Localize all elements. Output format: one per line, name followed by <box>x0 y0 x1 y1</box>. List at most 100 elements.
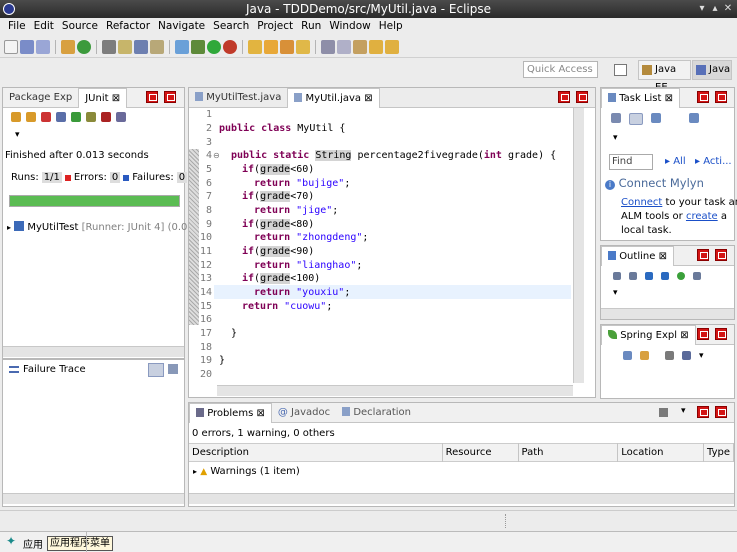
scroll-lock-icon[interactable] <box>56 112 66 122</box>
create-link[interactable]: create <box>686 211 718 222</box>
menu-window[interactable]: Window <box>325 18 374 35</box>
perspective-javaee[interactable]: Java EE <box>638 60 691 93</box>
sort-icon[interactable] <box>613 272 621 280</box>
link-icon[interactable] <box>640 351 649 360</box>
column-path[interactable]: Path <box>518 443 619 462</box>
warnings-row[interactable]: ▸ ▲ Warnings (1 item) <box>193 466 300 477</box>
fold-icon[interactable]: ⊖ <box>213 151 220 160</box>
toggle-mark-icon[interactable] <box>102 39 116 54</box>
annotation-icon[interactable] <box>337 39 351 54</box>
build-icon[interactable] <box>61 39 75 54</box>
close-icon[interactable]: ✕ <box>721 2 735 16</box>
tab-myutiltest[interactable]: MyUtilTest.java <box>189 88 287 107</box>
open-file-icon[interactable] <box>264 39 278 54</box>
debug-icon[interactable] <box>191 39 205 54</box>
outline-hscrollbar[interactable] <box>601 308 734 319</box>
column-location[interactable]: Location <box>617 443 705 462</box>
collapse-icon[interactable] <box>651 113 661 123</box>
task-filter-active[interactable]: ▸ Acti... <box>695 156 732 167</box>
back-icon[interactable] <box>369 39 383 54</box>
tab-outline[interactable]: Outline ⊠ <box>601 245 674 266</box>
stop-icon[interactable] <box>101 112 111 122</box>
app-menu-icon[interactable]: ✦ <box>6 535 18 548</box>
menu-source[interactable]: Source <box>58 18 102 35</box>
task-filter-all[interactable]: ▸ All <box>665 156 686 167</box>
open-folder-icon[interactable] <box>248 39 262 54</box>
maximize-view-button[interactable] <box>164 91 176 103</box>
minimize-icon[interactable]: ▾ <box>695 2 709 16</box>
view-menu-icon[interactable]: ▾ <box>15 130 20 140</box>
editor-hscrollbar[interactable] <box>217 385 573 396</box>
tab-junit[interactable]: JUnit ⊠ <box>78 87 128 108</box>
link-editor-icon[interactable] <box>693 272 701 280</box>
quick-access-input[interactable]: Quick Access <box>523 61 598 78</box>
junit-tree-hscrollbar[interactable] <box>3 346 184 357</box>
next-failure-icon[interactable] <box>11 112 21 122</box>
close-tab-icon[interactable]: ⊠ <box>680 330 688 341</box>
menu-edit[interactable]: Edit <box>30 18 58 35</box>
task-sync-icon[interactable] <box>689 113 699 123</box>
new-class-icon[interactable] <box>77 39 91 54</box>
minimize-editor-button[interactable] <box>558 91 570 103</box>
perspective-java[interactable]: Java <box>692 60 732 80</box>
show-failures-icon[interactable] <box>41 112 51 122</box>
connect-link[interactable]: Connect <box>621 197 662 208</box>
view-menu-icon[interactable]: ▾ <box>613 288 618 298</box>
filter-icon[interactable] <box>659 408 668 417</box>
hide-local-icon[interactable] <box>677 272 685 280</box>
brush-icon[interactable] <box>118 39 132 54</box>
expand-icon[interactable]: ▸ <box>193 467 197 476</box>
run-icon[interactable] <box>207 39 221 54</box>
rerun-icon[interactable] <box>71 112 81 122</box>
search-folder-icon[interactable] <box>296 39 310 54</box>
maximize-editor-button[interactable] <box>576 91 588 103</box>
app-menu-label[interactable]: 应用 <box>23 536 43 551</box>
menu-run[interactable]: Run <box>297 18 325 35</box>
save-all-icon[interactable] <box>36 39 50 54</box>
wand-icon[interactable] <box>280 39 294 54</box>
close-tab-icon[interactable]: ⊠ <box>665 93 673 104</box>
close-tab-icon[interactable]: ⊠ <box>659 251 667 262</box>
tab-package-explorer[interactable]: Package Exp <box>3 88 78 107</box>
failure-trace-hscrollbar[interactable] <box>3 493 184 504</box>
menu-project[interactable]: Project <box>253 18 297 35</box>
menu-search[interactable]: Search <box>209 18 253 35</box>
next-annotation-icon[interactable] <box>353 39 367 54</box>
hide-fields-icon[interactable] <box>629 272 637 280</box>
rerun-failed-icon[interactable] <box>86 112 96 122</box>
filter-icon[interactable] <box>665 351 674 360</box>
hide-static-icon[interactable] <box>645 272 653 280</box>
expand-icon[interactable]: ▸ <box>7 223 11 232</box>
compare-icon[interactable] <box>168 364 178 374</box>
task-icon[interactable] <box>134 39 148 54</box>
run-ext-icon[interactable] <box>223 39 237 54</box>
maximize-view-button[interactable] <box>715 406 727 418</box>
collapse-all-icon[interactable] <box>623 351 632 360</box>
column-type[interactable]: Type <box>703 443 734 462</box>
column-resource[interactable]: Resource <box>442 443 519 462</box>
column-description[interactable]: Description <box>189 443 443 462</box>
menu-help[interactable]: Help <box>375 18 407 35</box>
menu-navigate[interactable]: Navigate <box>154 18 209 35</box>
close-tab-icon[interactable]: ⊠ <box>256 408 264 419</box>
sort-az-icon[interactable] <box>682 351 691 360</box>
tab-tasklist[interactable]: Task List ⊠ <box>601 87 681 108</box>
close-tab-icon[interactable]: ⊠ <box>364 93 372 104</box>
maximize-icon[interactable]: ▴ <box>708 2 722 16</box>
tab-declaration[interactable]: Declaration <box>336 403 417 422</box>
menu-refactor[interactable]: Refactor <box>102 18 154 35</box>
maximize-view-button[interactable] <box>715 91 727 103</box>
view-menu-icon[interactable]: ▾ <box>681 406 686 416</box>
open-perspective-icon[interactable] <box>614 64 627 76</box>
tab-spring-explorer[interactable]: Spring Expl ⊠ <box>601 324 696 345</box>
open-type-icon[interactable] <box>150 39 164 54</box>
minimize-view-button[interactable] <box>146 91 158 103</box>
task-find-input[interactable]: Find <box>609 154 653 170</box>
close-tab-icon[interactable]: ⊠ <box>112 93 120 104</box>
save-icon[interactable] <box>20 39 34 54</box>
view-menu-icon[interactable]: ▾ <box>613 133 618 143</box>
pin-icon[interactable] <box>175 39 189 54</box>
minimize-view-button[interactable] <box>697 91 709 103</box>
minimize-view-button[interactable] <box>697 249 709 261</box>
filter-trace-icon[interactable] <box>148 363 164 377</box>
